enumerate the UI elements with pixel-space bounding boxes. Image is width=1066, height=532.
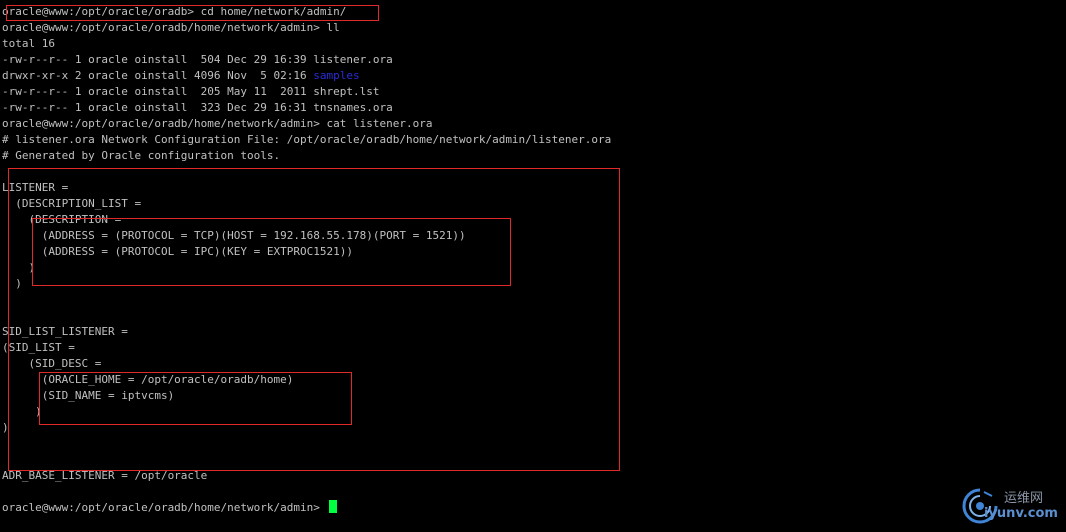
terminal-line: oracle@www:/opt/oracle/oradb> cd home/ne… bbox=[2, 5, 347, 18]
watermark: 运维网 iyunv.com bbox=[958, 484, 1062, 528]
cursor-block bbox=[328, 500, 337, 513]
terminal-line: -rw-r--r-- 1 oracle oinstall 205 May 11 … bbox=[2, 85, 380, 98]
watermark-cn-text: 运维网 bbox=[1004, 491, 1044, 506]
terminal-line: LISTENER = bbox=[2, 181, 69, 194]
terminal-line: SID_LIST_LISTENER = bbox=[2, 325, 128, 338]
terminal-line: oracle@www:/opt/oracle/oradb/home/networ… bbox=[2, 117, 433, 130]
terminal-line: # listener.ora Network Configuration Fil… bbox=[2, 133, 612, 146]
terminal-output[interactable]: oracle@www:/opt/oracle/oradb> cd home/ne… bbox=[2, 4, 1062, 532]
terminal-line: (ADDRESS = (PROTOCOL = IPC)(KEY = EXTPRO… bbox=[2, 245, 353, 258]
terminal-line: (ORACLE_HOME = /opt/oracle/oradb/home) bbox=[2, 373, 294, 386]
terminal-line: # Generated by Oracle configuration tool… bbox=[2, 149, 281, 162]
terminal-line: (SID_LIST = bbox=[2, 341, 75, 354]
terminal-line: (SID_NAME = iptvcms) bbox=[2, 389, 175, 402]
terminal-line: ) bbox=[2, 421, 9, 434]
terminal-prompt-line[interactable]: oracle@www:/opt/oracle/oradb/home/networ… bbox=[2, 500, 1062, 516]
directory-entry-samples: samples bbox=[313, 69, 360, 82]
terminal-line: ADR_BASE_LISTENER = /opt/oracle bbox=[2, 469, 208, 482]
terminal-line: (ADDRESS = (PROTOCOL = TCP)(HOST = 192.1… bbox=[2, 229, 466, 242]
terminal-line: total 16 bbox=[2, 37, 55, 50]
terminal-line: drwxr-xr-x 2 oracle oinstall 4096 Nov 5 … bbox=[2, 68, 1062, 84]
terminal-line: (DESCRIPTION_LIST = bbox=[2, 197, 142, 210]
terminal-line: (SID_DESC = bbox=[2, 357, 102, 370]
terminal-line-prefix: drwxr-xr-x 2 oracle oinstall 4096 Nov 5 … bbox=[2, 69, 314, 82]
terminal-line: oracle@www:/opt/oracle/oradb/home/networ… bbox=[2, 21, 340, 34]
terminal-line: ) bbox=[2, 261, 36, 274]
terminal-line: -rw-r--r-- 1 oracle oinstall 323 Dec 29 … bbox=[2, 101, 393, 114]
terminal-line: (DESCRIPTION = bbox=[2, 213, 122, 226]
terminal-line: ) bbox=[2, 277, 22, 290]
watermark-en-text: iyunv.com bbox=[984, 506, 1058, 521]
terminal-line: -rw-r--r-- 1 oracle oinstall 504 Dec 29 … bbox=[2, 53, 393, 66]
terminal-prompt: oracle@www:/opt/oracle/oradb/home/networ… bbox=[2, 501, 327, 514]
terminal-line: ) bbox=[2, 405, 42, 418]
